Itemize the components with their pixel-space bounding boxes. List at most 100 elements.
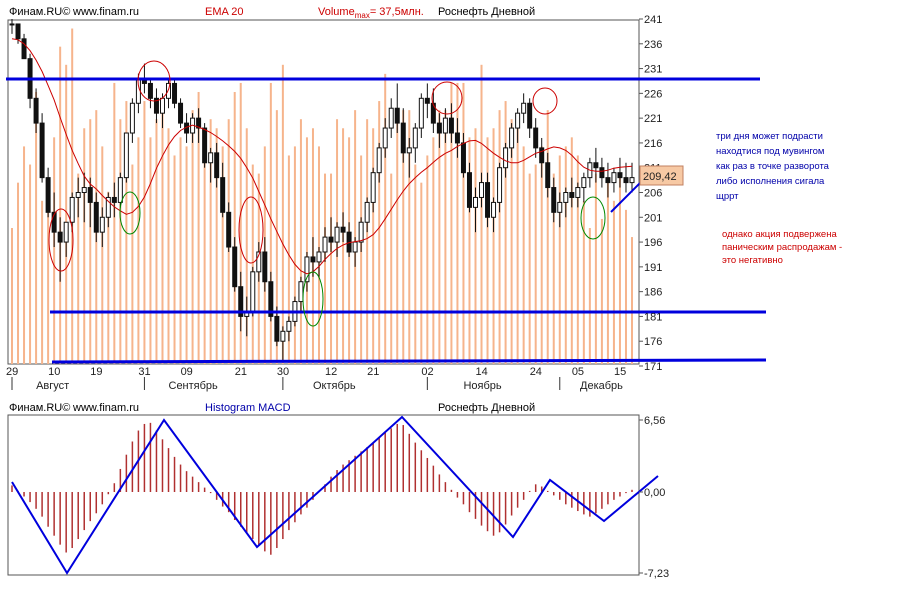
volume-bar [233,92,236,364]
volume-bar [474,128,477,364]
price-x-tick-label: 21 [367,366,379,378]
candle-body [599,167,605,179]
note-blue-line: находтися под мувингом [716,146,824,157]
volume-bar [305,137,308,364]
candle-body [334,226,340,243]
candle-body [472,196,478,208]
candle-body [485,182,491,218]
month-label: Август [36,380,69,392]
volume-bar [516,128,519,364]
candle-body [593,162,599,169]
price-y-tick-label: 221 [644,113,662,125]
note-blue: три дня может подрасти находтися под муви… [716,131,830,202]
candle-body [575,187,581,198]
volume-bar [631,237,633,364]
volume-bar [131,164,134,364]
candle-body [515,112,521,129]
price-y-tick-label: 196 [644,237,662,249]
candle-body [87,187,93,203]
volume-bar [161,101,164,365]
candle-body [539,147,545,164]
candle-body [418,97,424,129]
macd-y-tick-label: 0,00 [644,487,665,499]
volume-bar [89,119,92,364]
note-blue-line: как раз в точке разворота [716,161,830,172]
candle-body [117,177,123,203]
candle-body [310,256,316,263]
candle-body [466,172,472,208]
volume-bar [293,146,296,364]
candle-body [202,127,208,164]
volume-bar [432,137,435,364]
candle-body [460,142,466,174]
candle-body [340,226,346,233]
price-x-tick-label: 15 [614,366,626,378]
volume-bar [558,155,561,364]
candle-body [509,127,515,149]
price-y-tick-label: 186 [644,287,662,299]
candle-body [232,246,238,288]
candle-body [45,177,51,213]
candle-body [9,23,15,26]
candle-body [63,221,69,243]
candle-body [352,241,358,253]
candle-body [280,330,286,342]
candle-body [298,281,304,303]
candle-body [454,132,460,144]
volume-legend-prefix: Volume [318,6,355,18]
candle-body [436,122,442,134]
volume-bar [155,119,158,364]
candle-body [147,82,153,99]
volume-bar [378,101,381,365]
candle-body [274,315,280,342]
candle-body [250,271,256,312]
volume-bar [438,110,441,364]
candle-body [57,231,63,243]
volume-bar [360,155,363,364]
candle-body [563,192,569,203]
volume-bar [53,137,56,364]
candle-body [623,177,629,184]
price-x-tick-label: 24 [530,366,542,378]
volume-bar [480,64,483,365]
candle-body [497,167,503,203]
candle-body [220,177,226,213]
candle-body [316,251,322,263]
volume-bar [83,128,86,364]
volume-bar [492,128,495,364]
volume-bar [11,228,13,364]
volume-bar [564,146,567,364]
volume-bar [59,46,62,365]
volume-bar [17,182,20,364]
candle-body [322,236,328,253]
volume-bar [299,119,302,364]
price-y-tick-label: 216 [644,138,662,150]
candle-body [262,251,268,283]
price-x-tick-label: 14 [476,366,488,378]
candle-body [611,172,617,184]
macd-y-axis: 6,56 0,00 -7,23 [639,415,669,580]
volume-bar [396,119,399,364]
candle-body [388,107,394,129]
volume-bar [498,110,501,364]
volume-bar [143,101,146,365]
candle-body [412,127,418,149]
volume-bar [612,200,615,364]
volume-bar [462,82,465,364]
candle-body [208,152,214,164]
price-x-axis: 29 10 19 31 09 21 30 12 21 02 14 24 05 15 [6,366,626,378]
volume-bar [420,182,423,364]
candle-body [226,211,232,248]
volume-bar [269,82,272,364]
candle-body [81,187,87,194]
volume-bar [372,128,375,364]
candle-body [424,97,430,104]
volume-bar [185,146,188,364]
volume-bar [582,200,585,364]
volume-bar [522,146,525,364]
volume-bar [251,164,254,364]
volume-bar [41,200,44,364]
volume-bar [149,137,152,364]
volume-bar [281,64,284,365]
volume-bar [426,155,429,364]
